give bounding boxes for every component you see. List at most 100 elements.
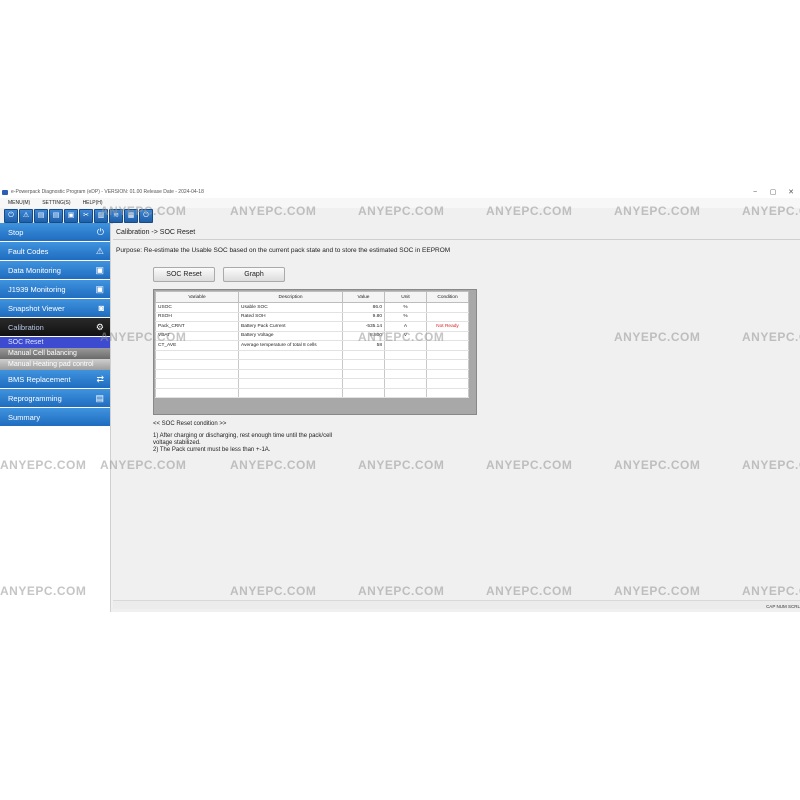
cell-description: Battery Voltage — [238, 331, 343, 341]
column-header-variable: Variable — [155, 291, 239, 303]
column-header-unit: Unit — [384, 291, 427, 303]
condition-2: 2) The Pack current must be less than +-… — [153, 447, 271, 453]
watermark-text: ANYEPC.COM — [742, 584, 800, 598]
download-icon: ▤ — [95, 392, 104, 403]
data-table-container: Variable Description Value Unit Conditio… — [153, 289, 477, 415]
sidebar-item-label: Data Monitoring — [8, 265, 61, 275]
sidebar: Stop ⏻ Fault Codes ⚠ Data Monitoring ▣ J… — [0, 223, 111, 612]
watermark-text: ANYEPC.COM — [230, 584, 317, 598]
watermark-text: ANYEPC.COM — [742, 458, 800, 472]
watermark-text: ANYEPC.COM — [0, 458, 87, 472]
watermark-text: ANYEPC.COM — [614, 204, 701, 218]
sidebar-item-snapshot-viewer[interactable]: Snapshot Viewer ◙ — [0, 299, 110, 317]
power-icon[interactable]: ⏻ — [4, 208, 18, 223]
table-row: USOC Usable SOC 86.0 % — [155, 302, 469, 313]
cell-value: 86.0 — [342, 302, 385, 313]
swap-icon: ⇄ — [96, 373, 104, 384]
monitor-icon: ▣ — [95, 264, 104, 275]
table-row-empty — [155, 350, 469, 360]
cell-description: Battery Pack Current — [238, 321, 343, 332]
watermark-text: ANYEPC.COM — [358, 330, 445, 344]
graph-button[interactable]: Graph — [223, 267, 285, 282]
soc-reset-button[interactable]: SOC Reset — [153, 267, 215, 282]
watermark-text: ANYEPC.COM — [742, 204, 800, 218]
watermark-text: ANYEPC.COM — [230, 458, 317, 472]
sidebar-item-bms-replacement[interactable]: BMS Replacement ⇄ — [0, 370, 110, 388]
watermark-text: ANYEPC.COM — [100, 458, 187, 472]
watermark-text: ANYEPC.COM — [486, 584, 573, 598]
camera-icon: ◙ — [98, 303, 104, 313]
watermark-text: ANYEPC.COM — [486, 458, 573, 472]
sidebar-subitem-soc-reset[interactable]: SOC Reset — [0, 337, 110, 348]
sidebar-item-label: J1939 Monitoring — [8, 284, 66, 294]
horizontal-scrollbar[interactable] — [113, 600, 800, 609]
warning-icon: ⚠ — [95, 245, 104, 256]
table-row-empty — [155, 378, 469, 389]
main-panel: Calibration -> SOC Reset Purpose: Re-est… — [113, 223, 800, 600]
watermark-text: ANYEPC.COM — [100, 204, 187, 218]
data-table: Variable Description Value Unit Conditio… — [155, 291, 469, 398]
soc-reset-conditions: << SOC Reset condition >> 1) After charg… — [153, 421, 332, 454]
camera-icon[interactable]: ▣ — [64, 208, 78, 223]
sidebar-item-label: Stop — [8, 227, 24, 237]
watermark-text: ANYEPC.COM — [358, 204, 445, 218]
watermark-text: ANYEPC.COM — [358, 458, 445, 472]
watermark-text: ANYEPC.COM — [100, 330, 187, 344]
column-header-description: Description — [238, 291, 343, 303]
app-window: e-Powerpack Diagnostic Program (eDP) - V… — [0, 186, 800, 612]
cell-unit: % — [384, 302, 427, 313]
sidebar-item-calibration[interactable]: Calibration ⚙ — [0, 318, 110, 336]
table-row-empty — [155, 359, 469, 370]
sidebar-item-summary[interactable]: Summary — [0, 408, 110, 426]
sidebar-item-stop[interactable]: Stop ⏻ — [0, 223, 110, 241]
watermark-text: ANYEPC.COM — [742, 330, 800, 344]
watermark-text: ANYEPC.COM — [358, 584, 445, 598]
watermark-text: ANYEPC.COM — [230, 204, 317, 218]
sidebar-subitem-manual-cell-balancing[interactable]: Manual Cell balancing — [0, 348, 110, 359]
watermark-text: ANYEPC.COM — [486, 204, 573, 218]
sidebar-item-reprogramming[interactable]: Reprogramming ▤ — [0, 389, 110, 407]
sidebar-item-label: Snapshot Viewer — [8, 303, 65, 313]
close-button[interactable]: ✕ — [782, 188, 800, 196]
watermark-text: ANYEPC.COM — [0, 584, 87, 598]
cell-variable: USOC — [155, 302, 239, 313]
table-row: RSOH Rated SOH 9.80 % — [155, 312, 469, 322]
sidebar-item-j1939-monitoring[interactable]: J1939 Monitoring ▣ — [0, 280, 110, 298]
sidebar-item-label: Summary — [8, 412, 41, 422]
table-header-row: Variable Description Value Unit Conditio… — [155, 291, 469, 303]
status-bar: CAP NUM SCRL — [766, 604, 800, 609]
cell-condition — [426, 302, 469, 313]
menu-item-menu[interactable]: MENU(M) — [8, 200, 30, 206]
monitor-icon: ▣ — [95, 283, 104, 294]
divider — [113, 239, 800, 240]
cell-value: 9.80 — [342, 312, 385, 322]
column-header-condition: Condition — [426, 291, 469, 303]
sidebar-item-label: Calibration — [8, 322, 44, 332]
minimize-button[interactable]: − — [746, 189, 764, 196]
sidebar-item-label: Reprogramming — [8, 393, 62, 403]
cell-condition — [426, 312, 469, 322]
list-icon[interactable]: ▤ — [49, 208, 63, 223]
cell-unit: % — [384, 312, 427, 322]
condition-1: 1) After charging or discharging, rest e… — [153, 433, 333, 439]
sidebar-subitem-manual-heating-pad[interactable]: Manual Heating pad control — [0, 359, 110, 370]
monitor-icon[interactable]: ▤ — [34, 208, 48, 223]
condition-1-continued: voltage stabilized. — [153, 440, 201, 446]
condition-title: << SOC Reset condition >> — [153, 421, 227, 427]
warning-icon[interactable]: ⚠ — [19, 208, 33, 223]
menu-item-setting[interactable]: SETTING(S) — [42, 200, 70, 206]
cell-variable: RSOH — [155, 312, 239, 322]
watermark-text: ANYEPC.COM — [614, 458, 701, 472]
cell-description: Average temperature of total 8 cells — [238, 340, 343, 351]
maximize-button[interactable]: ▢ — [764, 188, 782, 196]
column-header-value: Value — [342, 291, 385, 303]
sidebar-item-fault-codes[interactable]: Fault Codes ⚠ — [0, 242, 110, 260]
cell-description: Usable SOC — [238, 302, 343, 313]
watermark-text: ANYEPC.COM — [614, 584, 701, 598]
app-icon — [2, 189, 8, 195]
table-row-empty — [155, 369, 469, 379]
sidebar-item-label: BMS Replacement — [8, 374, 71, 384]
sidebar-item-label: Fault Codes — [8, 246, 49, 256]
tools-icon[interactable]: ✂ — [79, 208, 93, 223]
sidebar-item-data-monitoring[interactable]: Data Monitoring ▣ — [0, 261, 110, 279]
